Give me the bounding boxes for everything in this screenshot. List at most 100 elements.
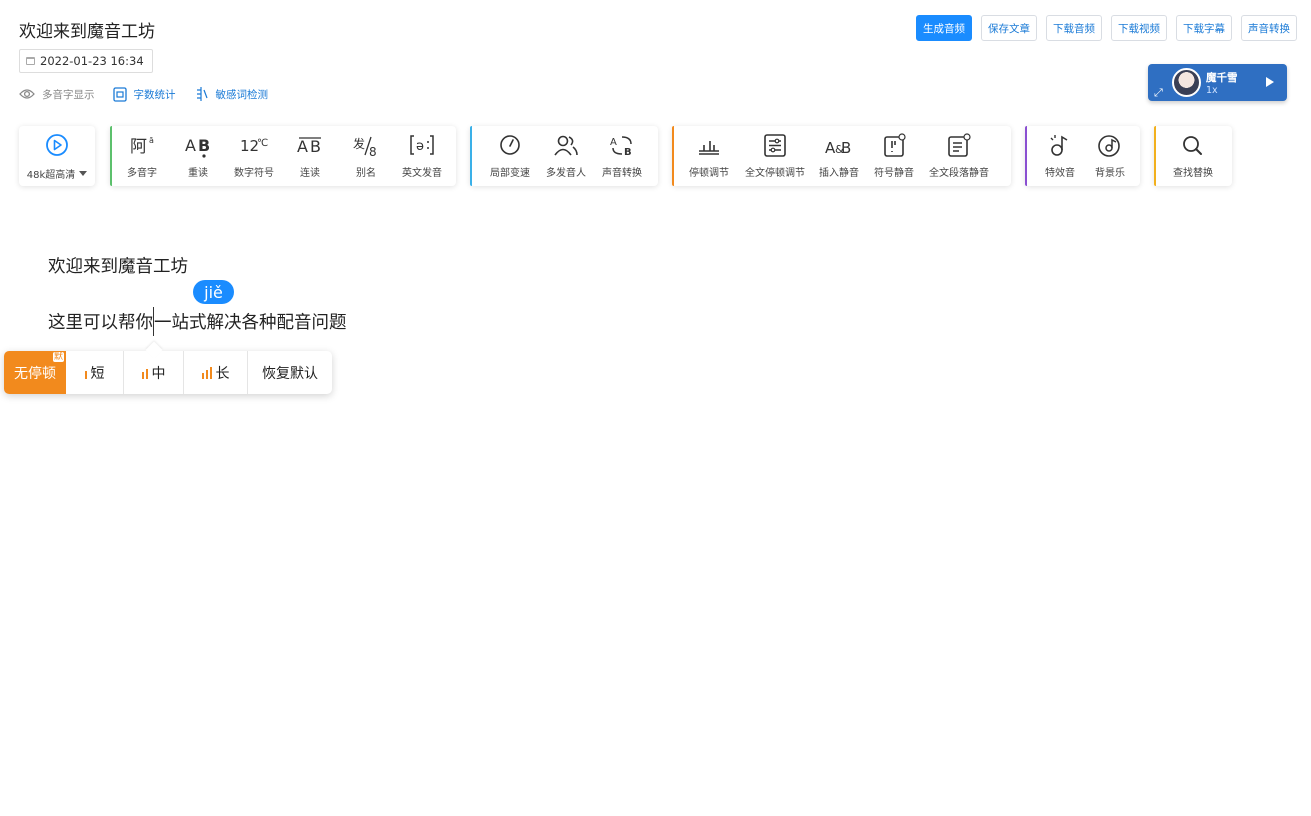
text-before-cursor: 这里可以帮你 [48,313,153,333]
speaker-name: 魔千雪 [1206,72,1238,84]
tool-find-replace[interactable]: 查找替换 [1160,126,1226,186]
eye-icon [19,89,35,99]
voice-convert-icon: AB [610,136,632,158]
generate-audio-button[interactable]: 生成音频 [916,15,972,41]
tool-label: 插入静音 [819,168,859,179]
tool-pause-adjust[interactable]: 停顿调节 [680,126,738,186]
tool-global-pause[interactable]: 全文停顿调节 [738,126,812,186]
tool-local-speed[interactable]: 局部变速 [482,126,538,186]
date-field[interactable]: 2022-01-23 16:34 [19,49,153,73]
pause-long-option[interactable]: 长 [184,351,248,394]
tool-label: 声音转换 [602,168,642,179]
tool-alias[interactable]: 发8 别名 [338,126,394,186]
tool-label: 背景乐 [1095,168,1125,179]
svg-text:发: 发 [353,136,365,151]
music-icon [1098,135,1120,157]
tool-paragraph-silence[interactable]: 全文段落静音 [922,126,996,186]
tool-label: 多发音人 [546,168,586,179]
polyphone-display-label: 多音字显示 [42,88,95,101]
polyphone-icon: 阿ā [130,136,154,157]
speedometer-icon [500,135,520,155]
tool-label: 多音字 [127,168,157,179]
tool-label: 特效音 [1045,168,1075,179]
tool-label: 全文停顿调节 [745,168,805,179]
speaker-speed: 1x [1206,85,1218,96]
pause-none-label: 无停顿 [14,365,56,382]
tool-insert-silence[interactable]: A B & 插入静音 [812,126,866,186]
pause-medium-option[interactable]: 中 [124,351,184,394]
download-video-button[interactable]: 下载视频 [1111,15,1167,41]
quality-select[interactable]: 48k超高清 [27,166,88,181]
tool-polyphone[interactable]: 阿ā 多音字 [114,126,170,186]
stress-icon: AB [185,136,210,158]
polyphone-display-toggle[interactable]: 多音字显示 [19,86,95,102]
play-circle-icon [46,134,68,156]
play-icon[interactable] [1266,77,1274,87]
pause-reset-label: 恢复默认 [262,365,318,382]
tool-symbol-silence[interactable]: 符号静音 [866,126,922,186]
symbol-silence-icon [884,133,906,157]
editor-line-1[interactable]: 欢迎来到魔音工坊 [48,253,188,278]
top-actions: 生成音频 保存文章 下载音频 下载视频 下载字幕 声音转换 [916,15,1297,41]
sound-effect-icon [1050,135,1068,156]
quality-value: 48k超高清 [26,170,76,181]
group-accent-bar [110,126,112,186]
save-article-button[interactable]: 保存文章 [981,15,1037,41]
group-accent-bar [672,126,674,186]
svg-text:ā: ā [149,136,154,145]
tool-label: 停顿调节 [689,168,729,179]
toolbar-pause-group: 停顿调节 全文停顿调节 A B & 插入静音 符号静音 全文段落静音 [672,126,1011,186]
pause-short-label: 短 [90,365,105,382]
download-audio-button[interactable]: 下载音频 [1046,15,1102,41]
svg-text:&: & [835,143,844,156]
tool-label: 局部变速 [490,168,530,179]
word-count-icon [112,86,127,102]
number-symbol-icon: 12℃ [240,137,268,155]
expand-icon[interactable]: ⤢ [1154,86,1163,100]
calendar-icon [26,57,35,65]
chevron-down-icon [79,171,88,176]
pause-none-option[interactable]: 无停顿 默 [4,351,66,394]
toolbar-pronunciation-group: 阿ā 多音字 AB 重读 12 ℃ 数字符号 AB 连读 发8 别名 ə 英文发音 [110,126,456,186]
tool-english-pronunciation[interactable]: ə 英文发音 [394,126,450,186]
svg-text:A: A [297,137,308,156]
tool-sound-effect[interactable]: 特效音 [1033,126,1087,186]
speaker-avatar [1172,68,1201,97]
download-subtitles-button[interactable]: 下载字幕 [1176,15,1232,41]
group-accent-bar [1025,126,1027,186]
tool-label: 连读 [300,168,320,179]
tool-number-symbol[interactable]: 12 ℃ 数字符号 [226,126,282,186]
bar-short-icon [84,367,87,379]
speaker-card[interactable]: ⤢ 魔千雪 1x [1148,64,1287,101]
sensitive-check-button[interactable]: 敏感词检测 [194,86,268,102]
insert-silence-icon: A B& [825,139,851,157]
search-icon [1183,136,1202,155]
tool-voice-convert[interactable]: AB 声音转换 [594,126,650,186]
word-count-label: 字数统计 [133,88,176,101]
pause-long-label: 长 [215,365,230,382]
tool-liaison[interactable]: AB 连读 [282,126,338,186]
tool-label: 符号静音 [874,168,914,179]
tool-label: 别名 [356,168,376,179]
tool-multi-speaker[interactable]: 多发音人 [538,126,594,186]
pause-short-option[interactable]: 短 [66,351,124,394]
tool-stress[interactable]: AB 重读 [170,126,226,186]
preview-button[interactable]: 48k超高清 [19,126,95,186]
word-count-button[interactable]: 字数统计 [112,86,176,102]
group-accent-bar [1154,126,1156,186]
bar-long-icon [201,366,212,379]
document-title[interactable]: 欢迎来到魔音工坊 [19,17,155,42]
svg-text:B: B [198,136,210,155]
tool-background-music[interactable]: 背景乐 [1087,126,1133,186]
voice-convert-button[interactable]: 声音转换 [1241,15,1297,41]
tool-label: 重读 [188,168,208,179]
default-badge: 默 [52,352,64,362]
editor-line-2[interactable]: 这里可以帮你一站式解决各种配音问题 [48,307,347,336]
pinyin-badge[interactable]: jiě [193,280,234,304]
pause-reset-option[interactable]: 恢复默认 [248,351,332,394]
tool-label: 数字符号 [234,168,274,179]
svg-text:A: A [610,137,617,148]
svg-text:8: 8 [369,145,377,159]
phonetic-icon: ə [410,135,434,155]
pause-medium-label: 中 [151,365,166,382]
